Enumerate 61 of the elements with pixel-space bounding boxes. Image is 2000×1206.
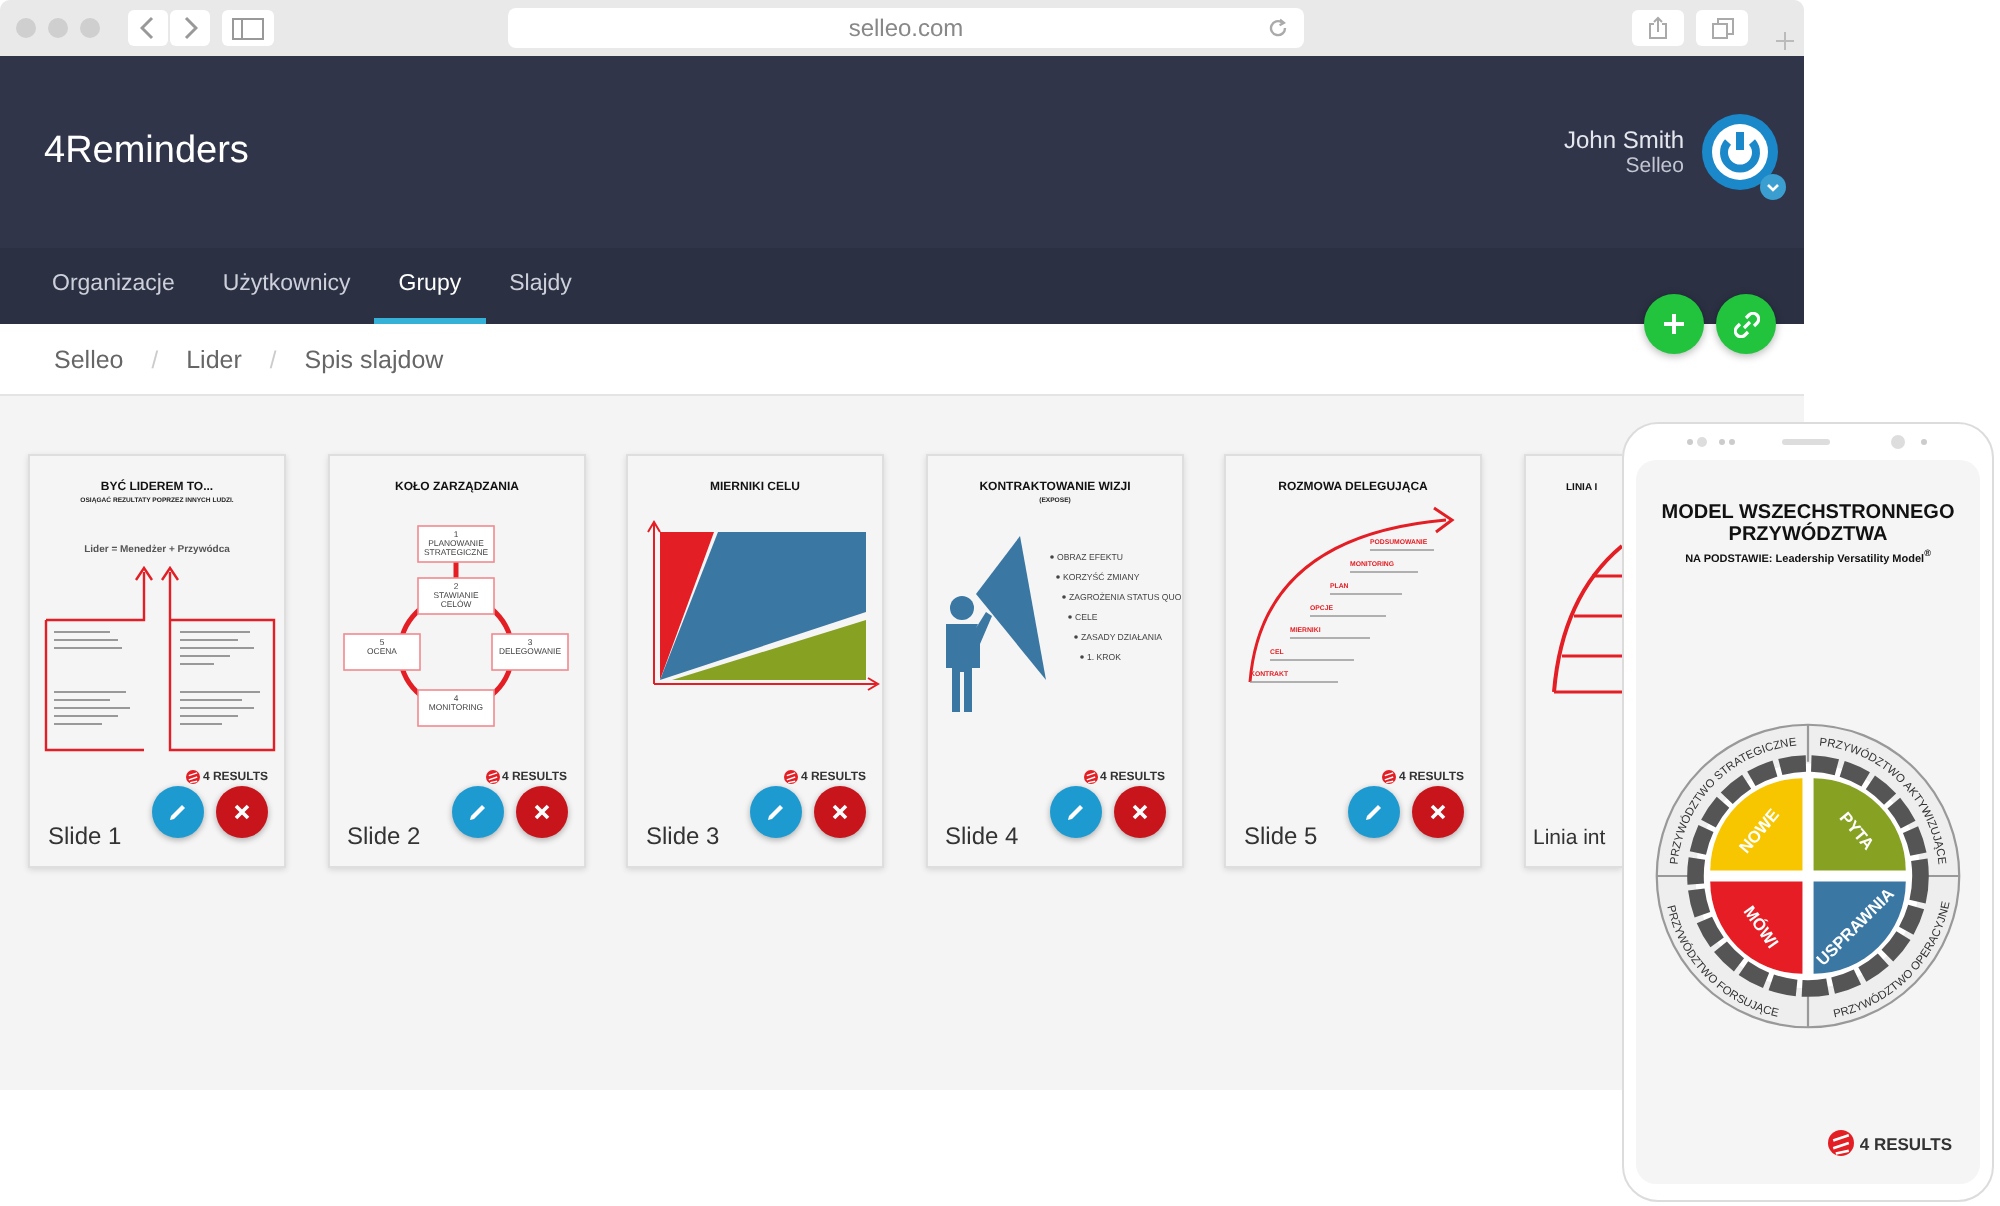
nav-tab[interactable]: Organizacje <box>28 248 199 324</box>
logo-mark-icon <box>1382 770 1397 784</box>
chevron-down-icon[interactable] <box>1760 174 1786 200</box>
chevron-left-icon <box>140 16 156 40</box>
breadcrumb-separator: / <box>269 345 277 373</box>
delete-button[interactable] <box>515 786 567 838</box>
model-title: MODEL WSZECHSTRONNEGO PRZYWÓDZTWA <box>1659 504 1957 546</box>
delete-button[interactable] <box>814 786 866 838</box>
chevron-right-icon <box>182 16 198 40</box>
delete-button[interactable] <box>1113 786 1165 838</box>
close-icon <box>1131 804 1147 820</box>
pencil-icon <box>766 802 786 822</box>
logo-mark-icon <box>784 770 799 784</box>
back-button[interactable] <box>128 10 168 46</box>
user-company: Selleo <box>1625 154 1684 178</box>
plus-icon <box>1662 312 1686 336</box>
edit-button[interactable] <box>1049 786 1101 838</box>
forward-button[interactable] <box>170 10 210 46</box>
slide-name: Slide 3 <box>646 822 720 850</box>
tabs-icon <box>1711 17 1733 39</box>
brand-logo: 4 RESULTS <box>1827 1130 1952 1156</box>
logo-mark-icon <box>1083 770 1098 784</box>
delete-button[interactable] <box>216 786 268 838</box>
breadcrumb-link[interactable]: Spis slajdow <box>304 345 444 373</box>
slide-name: Slide 1 <box>48 822 122 850</box>
share-button[interactable] <box>1632 10 1684 46</box>
pencil-icon <box>1065 802 1085 822</box>
sidebar-icon <box>232 17 264 39</box>
pencil-icon <box>168 802 188 822</box>
user-name: John Smith <box>1563 126 1684 154</box>
sidebar-button[interactable] <box>222 10 274 46</box>
slide-name: Slide 5 <box>1244 822 1318 850</box>
close-icon <box>832 804 848 820</box>
new-tab-icon[interactable] <box>1776 31 1794 49</box>
slide-name: Linia int <box>1533 826 1606 850</box>
logo-mark-icon <box>186 770 201 784</box>
link-icon <box>1733 311 1759 337</box>
pencil-icon <box>1364 802 1384 822</box>
share-icon <box>1648 16 1668 40</box>
close-icon <box>234 804 250 820</box>
logo-mark-icon <box>1827 1130 1854 1156</box>
edit-button[interactable] <box>750 786 802 838</box>
edit-button[interactable] <box>152 786 204 838</box>
close-icon <box>1430 804 1446 820</box>
address-bar[interactable]: selleo.com <box>508 8 1304 48</box>
slide-name: Slide 4 <box>945 822 1019 850</box>
close-icon <box>533 804 549 820</box>
edit-button[interactable] <box>451 786 503 838</box>
tabs-button[interactable] <box>1696 10 1748 46</box>
pencil-icon <box>467 802 487 822</box>
reload-icon[interactable] <box>1268 18 1288 38</box>
breadcrumb-link[interactable]: Selleo <box>54 345 124 373</box>
app-title: 4Reminders <box>44 130 249 174</box>
breadcrumb-separator: / <box>151 345 159 373</box>
edit-button[interactable] <box>1348 786 1400 838</box>
slide-name: Slide 2 <box>347 822 421 850</box>
delete-button[interactable] <box>1412 786 1464 838</box>
nav-tab[interactable]: Użytkownicy <box>198 248 375 324</box>
nav-tab[interactable]: Slajdy <box>485 248 596 324</box>
logo-mark-icon <box>485 770 500 784</box>
breadcrumb-link[interactable]: Lider <box>186 345 242 373</box>
